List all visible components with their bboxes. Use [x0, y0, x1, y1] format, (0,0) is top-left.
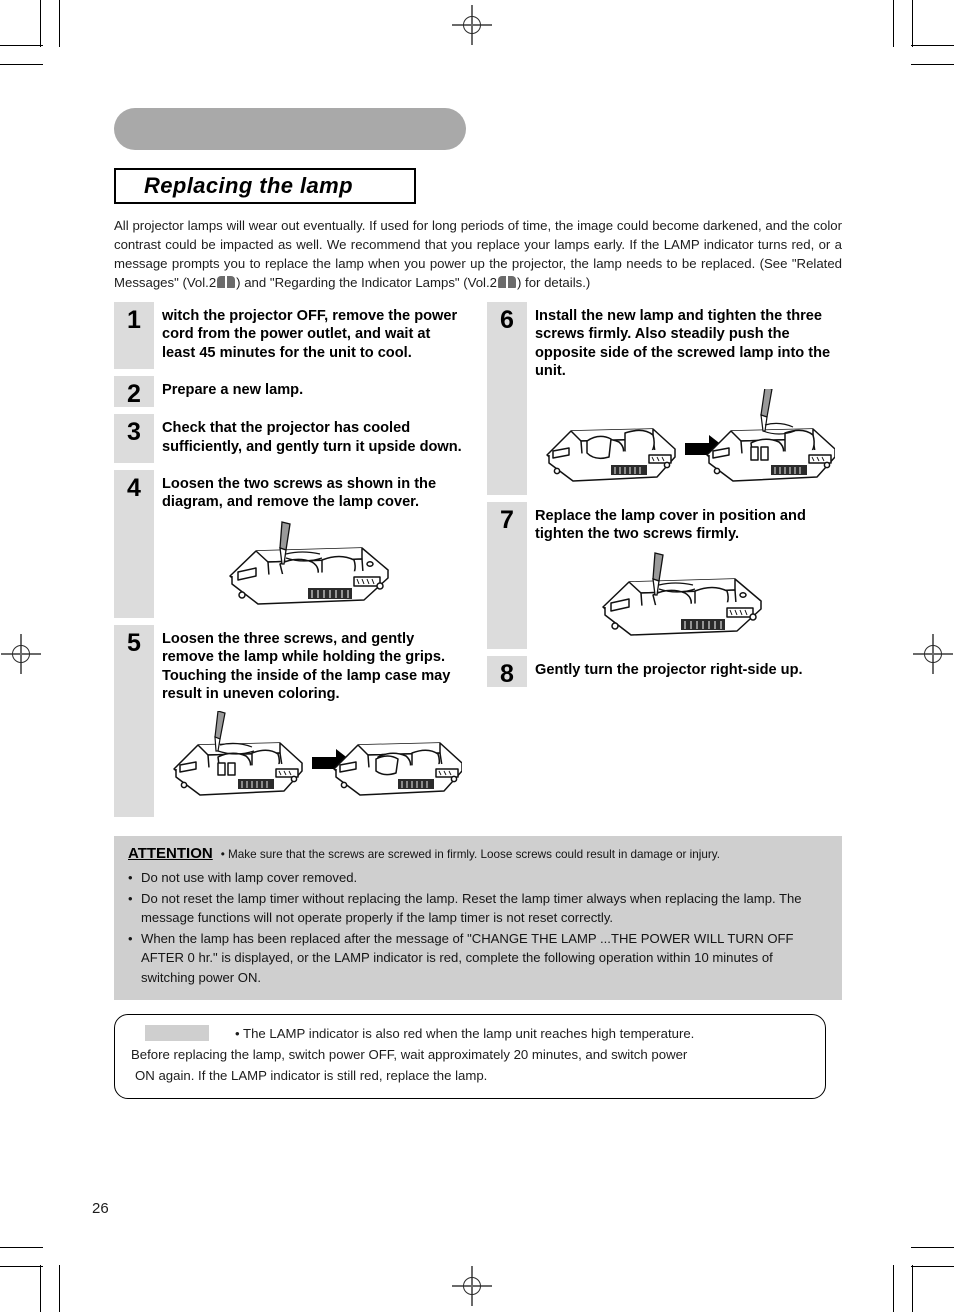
crop-mark-bottom-left-v2: [59, 1265, 61, 1312]
registration-mark-right: [913, 634, 953, 674]
steps-column-left: 1 witch the projector OFF, remove the po…: [114, 302, 469, 824]
manual-page: Replacing the lamp All projector lamps w…: [0, 0, 954, 1312]
attention-list: Do not use with lamp cover removed. Do n…: [128, 868, 830, 987]
crop-mark-bottom-right-h2: [911, 1266, 954, 1268]
registration-mark-left: [1, 634, 41, 674]
step-text: Loosen the two screws as shown in the di…: [154, 470, 469, 518]
step-number: 8: [487, 656, 527, 688]
page-content: Replacing the lamp All projector lamps w…: [114, 108, 842, 1100]
crop-mark-top-left-h2: [0, 64, 43, 66]
crop-mark-top-right-v2: [912, 0, 914, 47]
attention-list-item: Do not use with lamp cover removed.: [128, 868, 830, 888]
note-line3-text: ON again. If the LAMP indicator is still…: [135, 1068, 488, 1084]
crop-mark-bottom-right-v: [893, 1265, 895, 1312]
step-number: 1: [114, 302, 154, 370]
book-icon: [497, 276, 516, 288]
step-2: 2 Prepare a new lamp.: [114, 376, 469, 408]
step-text: Prepare a new lamp.: [154, 376, 469, 407]
attention-first-line: ATTENTION • Make sure that the screws are…: [128, 845, 830, 863]
note-line1-text: • The LAMP indicator is also red when th…: [235, 1025, 695, 1041]
step-5: 5 Loosen the three screws, and gently re…: [114, 624, 469, 818]
steps-columns: 1 witch the projector OFF, remove the po…: [114, 302, 842, 824]
step-number: 6: [487, 302, 527, 495]
crop-mark-top-right-v: [893, 0, 895, 47]
note-body: Before replacing the lamp, switch power …: [131, 1044, 809, 1086]
page-number: 26: [92, 1200, 109, 1217]
step-number: 5: [114, 624, 154, 818]
step-text: Loosen the three screws, and gently remo…: [154, 624, 469, 710]
step-figure: [154, 709, 469, 818]
crop-mark-bottom-left-v: [40, 1265, 42, 1312]
step-figure: [527, 549, 842, 650]
attention-list-item: Do not reset the lamp timer without repl…: [128, 889, 830, 928]
step-figure: [527, 386, 842, 495]
projector-lamp-cover-screws-icon: [228, 521, 389, 605]
step-number: 2: [114, 376, 154, 408]
step-8: 8 Gently turn the projector right-side u…: [487, 656, 842, 688]
section-title-box: Replacing the lamp: [114, 168, 416, 204]
step-4: 4 Loosen the two screws as shown in the …: [114, 470, 469, 618]
crop-mark-top-right-h: [911, 45, 954, 47]
step-6: 6 Install the new lamp and tighten the t…: [487, 302, 842, 495]
note-line2-text: Before replacing the lamp, switch power …: [131, 1047, 688, 1063]
step-number: 7: [487, 501, 527, 650]
crop-mark-top-left-v: [40, 0, 42, 47]
crop-mark-bottom-left-h: [0, 1247, 43, 1249]
crop-mark-top-left-v2: [59, 0, 61, 47]
registration-mark-bottom: [452, 1266, 492, 1306]
attention-list-item: When the lamp has been replaced after th…: [128, 929, 830, 988]
step-3: 3 Check that the projector has cooled su…: [114, 414, 469, 464]
page-title: Replacing the lamp: [144, 173, 353, 198]
step-1: 1 witch the projector OFF, remove the po…: [114, 302, 469, 370]
crop-mark-bottom-right-h: [911, 1247, 954, 1249]
attention-lead-text: • Make sure that the screws are screwed …: [220, 848, 720, 862]
intro-paragraph: All projector lamps will wear out eventu…: [114, 216, 842, 292]
note-first-line: • The LAMP indicator is also red when th…: [131, 1025, 809, 1042]
intro-text-part2: ) and "Regarding the Indicator Lamps" (V…: [236, 275, 497, 290]
crop-mark-top-right-h2: [911, 64, 954, 66]
crop-mark-top-left-h: [0, 45, 43, 47]
projector-install-lamp-sequence-icon: [545, 388, 835, 482]
crop-mark-bottom-right-v2: [912, 1265, 914, 1312]
step-text: Replace the lamp cover in position and t…: [527, 501, 842, 550]
step-text: Install the new lamp and tighten the thr…: [527, 302, 842, 387]
step-text: Check that the projector has cooled suff…: [154, 414, 469, 464]
note-box: • The LAMP indicator is also red when th…: [114, 1014, 826, 1100]
projector-remove-lamp-sequence-icon: [172, 711, 462, 797]
intro-text-part3: ) for details.): [516, 275, 591, 290]
book-icon: [217, 276, 236, 288]
step-figure: [154, 517, 469, 618]
attention-heading: ATTENTION: [128, 845, 213, 863]
crop-mark-bottom-left-h2: [0, 1266, 43, 1268]
steps-column-right: 6 Install the new lamp and tighten the t…: [487, 302, 842, 824]
step-number: 3: [114, 414, 154, 464]
note-label-redacted: [145, 1025, 209, 1042]
projector-replace-cover-screws-icon: [601, 552, 762, 637]
header-bar: [114, 108, 466, 150]
step-text: witch the projector OFF, remove the powe…: [154, 302, 469, 370]
attention-block: ATTENTION • Make sure that the screws are…: [114, 836, 842, 1001]
step-7: 7 Replace the lamp cover in position and…: [487, 501, 842, 650]
registration-mark-top: [452, 5, 492, 45]
step-text: Gently turn the projector right-side up.: [527, 656, 842, 687]
step-number: 4: [114, 470, 154, 618]
